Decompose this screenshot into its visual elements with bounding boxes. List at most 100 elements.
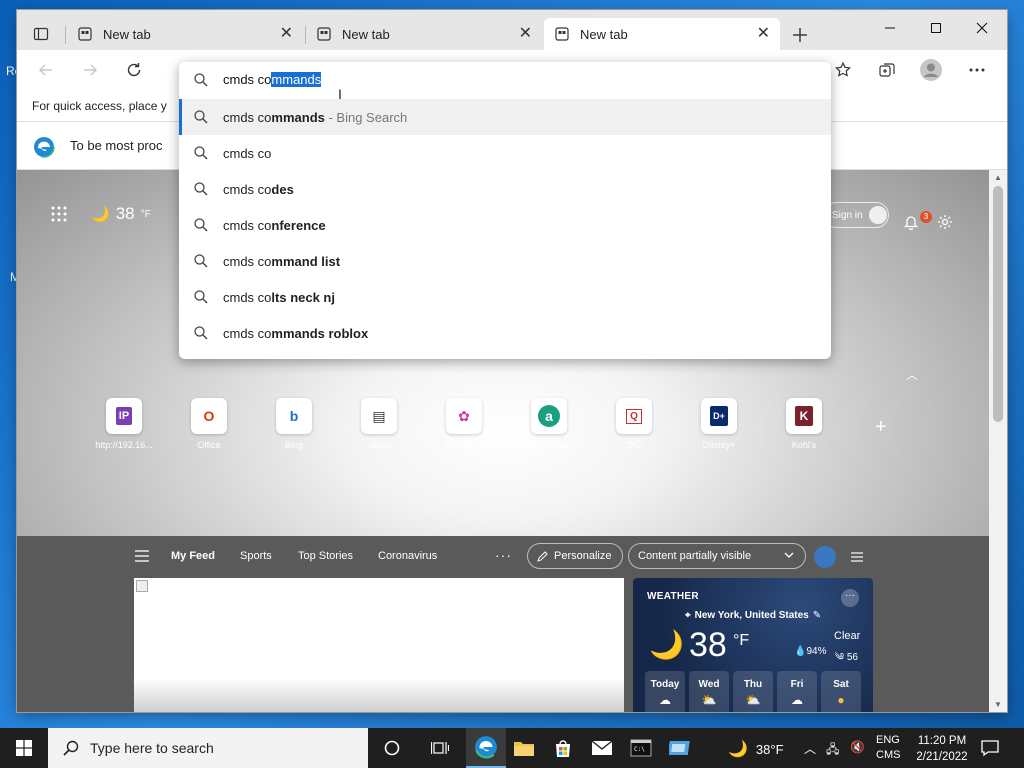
action-center-button[interactable] xyxy=(980,738,1000,761)
app-launcher-button[interactable] xyxy=(51,206,67,225)
sun-icon: ● xyxy=(837,693,845,707)
tray-overflow-chevron-icon[interactable]: ︿ xyxy=(804,740,816,757)
suggestion-item[interactable]: cmds co xyxy=(179,135,831,171)
collapse-chevron-up-icon[interactable]: ︿ xyxy=(906,366,918,383)
scrollbar-thumb[interactable] xyxy=(993,186,1003,422)
new-tab-favicon-icon xyxy=(554,26,570,42)
weather-widget-mini[interactable]: 🌙 38 °F xyxy=(91,204,151,224)
tab-3-active[interactable]: New tab ✕ xyxy=(544,18,780,50)
shopping-bag-icon: ▤ xyxy=(361,398,397,434)
profile-button[interactable] xyxy=(917,56,945,84)
start-button[interactable] xyxy=(0,728,48,768)
taskbar-file-explorer[interactable] xyxy=(504,728,544,768)
suggestion-item[interactable]: cmds colts neck nj xyxy=(179,279,831,315)
collections-button[interactable] xyxy=(873,56,901,84)
feed-tab-top-stories[interactable]: Top Stories xyxy=(298,550,353,562)
weather-temp: 38 xyxy=(115,204,135,223)
hamburger-menu-icon[interactable] xyxy=(135,550,149,562)
address-bar-input[interactable]: cmds commands I xyxy=(179,62,831,102)
forward-button[interactable] xyxy=(76,56,104,84)
tab-title: New tab xyxy=(103,26,151,42)
quick-link-tile[interactable]: ✿ Kaleido... xyxy=(429,398,499,450)
autocomplete-selection: mmands xyxy=(271,72,322,87)
scroll-up-arrow-icon[interactable]: ▲ xyxy=(994,173,1002,182)
forecast-day[interactable]: Sat ● xyxy=(821,671,861,712)
minimize-button[interactable] xyxy=(867,14,913,42)
taskbar-mail[interactable] xyxy=(582,728,622,768)
search-icon xyxy=(194,254,208,268)
feed-tab-coronavirus[interactable]: Coronavirus xyxy=(378,550,437,562)
page-scrollbar[interactable]: ▲ ▼ xyxy=(989,170,1007,712)
new-tab-button[interactable] xyxy=(787,22,813,48)
tab-2[interactable]: New tab ✕ xyxy=(306,18,542,50)
tab-title: New tab xyxy=(342,26,390,42)
task-view-button[interactable] xyxy=(420,728,460,768)
notifications-button[interactable] xyxy=(903,214,919,233)
quick-link-tile[interactable]: D+ Disney+ xyxy=(684,398,754,450)
taskbar-store[interactable] xyxy=(543,728,583,768)
personalize-button[interactable]: Personalize xyxy=(527,543,623,569)
terminal-icon: C:\ xyxy=(630,739,652,757)
tile-label: Office xyxy=(197,440,221,450)
close-tab-icon[interactable]: ✕ xyxy=(280,26,293,42)
favorites-button[interactable] xyxy=(829,56,857,84)
maximize-button[interactable] xyxy=(913,14,959,42)
suggestion-item[interactable]: cmds conference xyxy=(179,207,831,243)
quick-link-tile[interactable]: K Kohl's xyxy=(769,398,839,450)
network-icon[interactable]: 🖧 xyxy=(826,740,839,761)
suggestion-item[interactable]: cmds commands - Bing Search xyxy=(179,99,831,135)
close-tab-icon[interactable]: ✕ xyxy=(757,26,770,42)
taskbar-clock[interactable]: 11:20 PM 2/21/2022 xyxy=(912,733,972,765)
forecast-day[interactable]: Today ☁ xyxy=(645,671,685,712)
input-language-indicator[interactable]: ENG CMS xyxy=(876,733,900,763)
tab-title: New tab xyxy=(580,26,628,42)
suggestion-item[interactable]: cmds codes xyxy=(179,171,831,207)
back-button[interactable] xyxy=(32,56,60,84)
search-icon xyxy=(194,218,208,232)
wind-icon: ༄ xyxy=(834,652,845,663)
tab-1[interactable]: New tab ✕ xyxy=(67,18,303,50)
layout-grid-toggle[interactable] xyxy=(814,546,836,568)
taskbar-weather[interactable]: 🌙 38°F xyxy=(728,739,784,759)
weather-location[interactable]: ⌖ New York, United States ✎ xyxy=(685,610,821,621)
cortana-button[interactable] xyxy=(372,728,412,768)
taskbar-edge[interactable] xyxy=(466,728,506,768)
edit-pencil-icon[interactable]: ✎ xyxy=(813,610,821,621)
taskbar-weather-temp: 38°F xyxy=(755,741,784,757)
suggestion-item[interactable]: cmds command list xyxy=(179,243,831,279)
tab-actions-button[interactable] xyxy=(27,20,55,48)
weather-card[interactable]: WEATHER ··· ⌖ New York, United States ✎ … xyxy=(633,578,873,712)
suggestion-item[interactable]: cmds commands roblox xyxy=(179,315,831,351)
forecast-day[interactable]: Thu ⛅ xyxy=(733,671,773,712)
tile-label: http://192.16... xyxy=(95,440,153,450)
taskbar-search-box[interactable]: Type here to search xyxy=(48,728,368,768)
weather-more-options-icon[interactable]: ··· xyxy=(841,589,859,607)
refresh-button[interactable] xyxy=(120,56,148,84)
quick-link-tile[interactable]: Q QIC xyxy=(599,398,669,450)
quick-link-tile[interactable]: a Amazon Ass... xyxy=(514,398,584,450)
scroll-down-arrow-icon[interactable]: ▼ xyxy=(994,700,1002,709)
quick-link-tile[interactable]: IP http://192.16... xyxy=(89,398,159,450)
list-layout-icon[interactable] xyxy=(846,546,868,568)
news-card-image[interactable] xyxy=(134,578,624,712)
close-window-button[interactable] xyxy=(959,14,1005,42)
close-tab-icon[interactable]: ✕ xyxy=(519,26,532,42)
content-visibility-dropdown[interactable]: Content partially visible xyxy=(628,543,806,569)
forecast-day[interactable]: Fri ☁ xyxy=(777,671,817,712)
clock-date: 2/21/2022 xyxy=(916,751,968,763)
more-feed-tabs-icon[interactable]: ··· xyxy=(495,547,512,563)
svg-text:C:\: C:\ xyxy=(634,746,645,753)
quick-link-tile[interactable]: ▤ eBay xyxy=(344,398,414,450)
quick-link-tile[interactable]: O Office xyxy=(174,398,244,450)
quick-link-tile[interactable]: b Bing xyxy=(259,398,329,450)
volume-muted-icon[interactable]: 🔇 xyxy=(850,740,865,754)
taskbar-command-prompt[interactable]: C:\ xyxy=(621,728,661,768)
feed-tab-my-feed[interactable]: My Feed xyxy=(171,550,215,562)
forecast-day[interactable]: Wed ⛅ xyxy=(689,671,729,712)
taskbar-app[interactable] xyxy=(660,728,700,768)
page-settings-button[interactable] xyxy=(937,214,953,233)
feed-tab-sports[interactable]: Sports xyxy=(240,550,272,562)
add-site-plus-icon[interactable]: + xyxy=(875,416,887,439)
settings-more-button[interactable] xyxy=(963,56,991,84)
sign-in-button[interactable]: Sign in xyxy=(823,202,889,228)
